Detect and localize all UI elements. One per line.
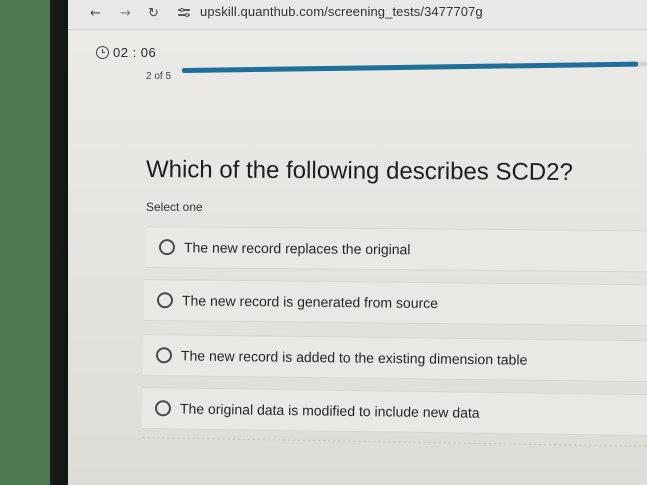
clock-icon <box>96 45 109 59</box>
answer-option[interactable]: The original data is modified to include… <box>141 387 647 437</box>
answer-option-label: The original data is modified to include… <box>179 400 480 421</box>
answer-option[interactable]: The new record is generated from source <box>143 279 647 327</box>
radio-button[interactable] <box>154 400 172 417</box>
answer-option-label: The new record is generated from source <box>181 292 439 312</box>
instruction-text: Select one <box>146 200 203 214</box>
browser-window: ← → ↻ upskill.quanthub.com/screening_tes… <box>68 0 647 485</box>
back-arrow-icon[interactable]: ← <box>90 6 101 21</box>
address-bar[interactable]: upskill.quanthub.com/screening_tests/347… <box>200 4 483 19</box>
progress-label: 2 of 5 <box>146 71 172 82</box>
answer-option-label: The new record replaces the original <box>183 239 411 258</box>
radio-button[interactable] <box>158 239 176 256</box>
question-text: Which of the following describes SCD2? <box>145 156 573 186</box>
answer-option[interactable]: The new record is added to the existing … <box>142 334 647 383</box>
progress-bar-fill <box>181 61 638 73</box>
browser-toolbar: ← → ↻ upskill.quanthub.com/screening_tes… <box>68 0 647 30</box>
timer-value: 02 : 06 <box>113 44 157 60</box>
answer-option-label: The new record is added to the existing … <box>180 347 528 368</box>
divider <box>141 437 647 447</box>
timer: 02 : 06 <box>96 44 156 60</box>
forward-arrow-icon[interactable]: → <box>120 6 131 21</box>
answer-option[interactable]: The new record replaces the original <box>145 226 647 273</box>
site-info-icon[interactable] <box>178 7 192 19</box>
reload-icon[interactable]: ↻ <box>148 6 159 21</box>
progress-bar <box>181 61 647 73</box>
radio-button[interactable] <box>156 292 174 309</box>
radio-button[interactable] <box>155 347 173 364</box>
